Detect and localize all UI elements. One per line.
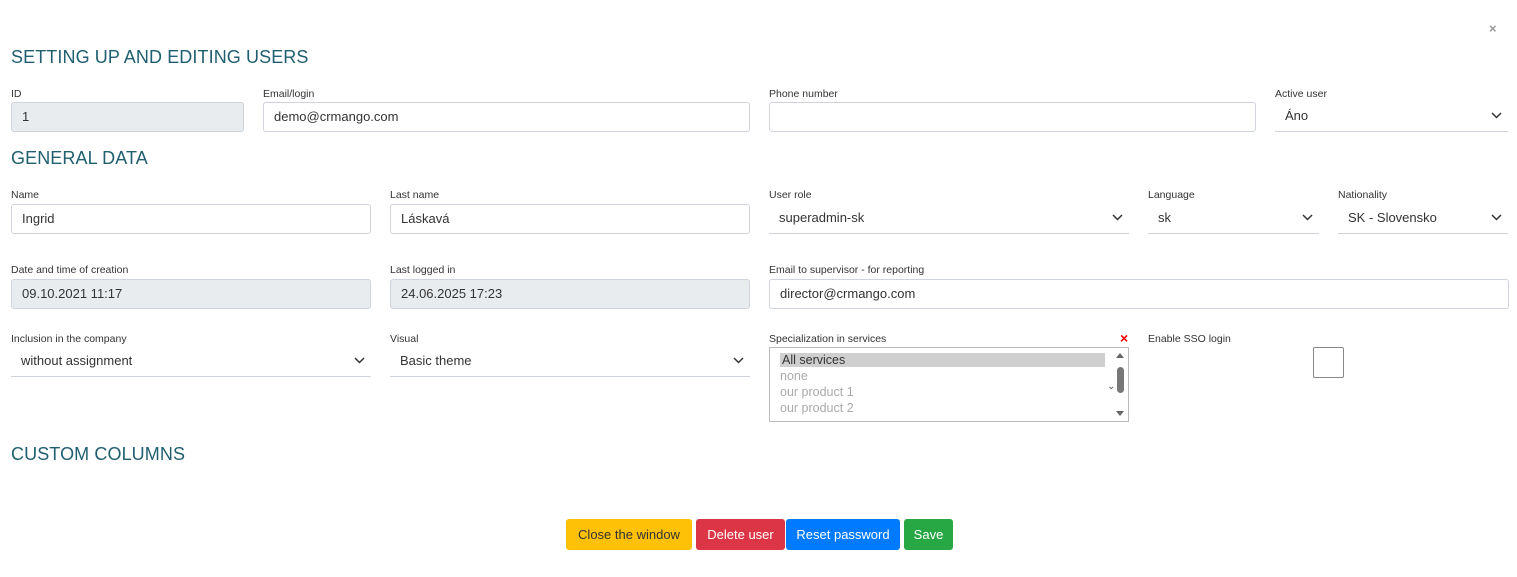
active-user-label: Active user <box>1275 88 1327 100</box>
sso-label: Enable SSO login <box>1148 333 1231 345</box>
close-window-button[interactable]: Close the window <box>566 519 692 550</box>
chevron-down-icon <box>1491 214 1502 221</box>
created-field: 09.10.2021 11:17 <box>11 279 371 309</box>
phone-label: Phone number <box>769 88 838 100</box>
visual-value: Basic theme <box>400 353 472 368</box>
user-role-select[interactable]: superadmin-sk <box>769 203 1129 234</box>
email-field[interactable]: demo@crmango.com <box>263 102 750 132</box>
list-item[interactable]: our product 1 <box>780 385 854 399</box>
list-item[interactable]: none <box>780 369 808 383</box>
lastname-field[interactable]: Láskavá <box>390 204 750 234</box>
last-login-label: Last logged in <box>390 264 456 276</box>
last-login-field: 24.06.2025 17:23 <box>390 279 750 309</box>
phone-field[interactable] <box>769 102 1256 132</box>
company-select[interactable]: without assignment <box>11 346 371 377</box>
list-item[interactable]: All services <box>780 353 1105 367</box>
id-label: ID <box>11 88 22 100</box>
chevron-down-icon <box>1491 112 1502 119</box>
list-item[interactable]: our product 2 <box>780 401 854 415</box>
page-title: SETTING UP AND EDITING USERS <box>11 47 309 67</box>
nationality-label: Nationality <box>1338 189 1388 201</box>
created-label: Date and time of creation <box>11 264 129 276</box>
custom-columns-title: CUSTOM COLUMNS <box>11 444 186 464</box>
active-user-value: Áno <box>1285 108 1309 123</box>
chevron-down-icon <box>1302 214 1313 221</box>
nationality-select[interactable]: SK - Slovensko <box>1338 203 1508 234</box>
delete-user-button[interactable]: Delete user <box>696 519 785 550</box>
chevron-down-icon <box>733 357 744 364</box>
company-value: without assignment <box>21 353 133 368</box>
chevron-down-icon <box>1112 214 1123 221</box>
name-field[interactable]: Ingrid <box>11 204 371 234</box>
user-role-label: User role <box>769 189 812 201</box>
supervisor-email-field[interactable]: director@crmango.com <box>769 279 1509 309</box>
scrollbar[interactable] <box>1114 350 1126 419</box>
language-label: Language <box>1148 189 1195 201</box>
supervisor-email-label: Email to supervisor - for reporting <box>769 264 925 276</box>
specialization-label: Specialization in services <box>769 333 887 345</box>
name-label: Name <box>11 189 40 201</box>
chevron-down-icon <box>354 357 365 364</box>
language-value: sk <box>1158 210 1171 225</box>
save-button[interactable]: Save <box>904 519 953 550</box>
id-field: 1 <box>11 102 244 132</box>
sso-checkbox[interactable] <box>1313 347 1344 378</box>
user-role-value: superadmin-sk <box>779 210 865 225</box>
language-select[interactable]: sk <box>1148 203 1319 234</box>
visual-label: Visual <box>390 333 419 345</box>
clear-icon[interactable]: × <box>1120 330 1128 346</box>
nationality-value: SK - Slovensko <box>1348 210 1437 225</box>
active-user-select[interactable]: Áno <box>1275 101 1508 132</box>
company-label: Inclusion in the company <box>11 333 127 345</box>
email-label: Email/login <box>263 88 315 100</box>
lastname-label: Last name <box>390 189 440 201</box>
scrollbar-graphic <box>1116 353 1124 416</box>
visual-select[interactable]: Basic theme <box>390 346 750 377</box>
specialization-listbox[interactable]: All services none our product 1 our prod… <box>769 347 1129 422</box>
reset-password-button[interactable]: Reset password <box>786 519 900 550</box>
close-icon[interactable]: × <box>1489 21 1497 36</box>
general-data-title: GENERAL DATA <box>11 148 148 168</box>
